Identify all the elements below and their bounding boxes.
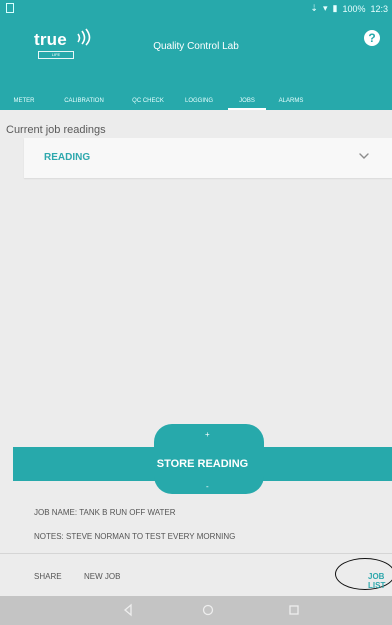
tab-meter[interactable]: METER [10,92,38,110]
reading-label: READING [44,152,91,163]
section-title: Current job readings [6,124,106,136]
signal-icon: ⇣ [310,3,318,13]
app-header: true LIFE Quality Control Lab ? [0,18,392,92]
wifi-icon: ▾ [322,3,328,13]
chevron-down-icon [359,153,369,159]
android-nav-bar [0,596,392,625]
increment-icon[interactable]: + [205,430,210,439]
status-bar: ⇣ ▾ ▮ 100% 12:3 [0,0,392,18]
status-time: 12:3 [370,3,388,14]
battery-text: 100% [342,3,366,14]
divider [0,553,392,554]
status-icons: ⇣ ▾ ▮ 100% 12:3 [310,3,388,14]
back-icon[interactable] [120,602,136,618]
brand-subtext: LIFE [38,51,74,59]
tab-qc-check[interactable]: QC CHECK [126,92,170,110]
help-icon[interactable]: ? [364,30,380,46]
tab-jobs[interactable]: JOBS [228,92,266,110]
tab-bar: METER CALIBRATION QC CHECK LOGGING JOBS … [0,92,392,110]
new-job-button[interactable]: NEW JOB [84,572,120,581]
status-notification-icon [6,3,14,13]
reading-dropdown[interactable]: READING [24,138,392,178]
tab-calibration[interactable]: CALIBRATION [54,92,114,110]
battery-icon: ▮ [332,3,338,13]
job-name: JOB NAME: TANK B RUN OFF WATER [34,508,176,517]
job-notes: NOTES: STEVE NORMAN TO TEST EVERY MORNIN… [34,532,236,541]
store-reading-label[interactable]: STORE READING [13,447,392,481]
share-button[interactable]: SHARE [34,572,62,581]
home-icon[interactable] [200,602,216,618]
decrement-icon[interactable]: - [206,482,209,491]
job-list-button[interactable]: JOB LIST [368,572,392,590]
recent-apps-icon[interactable] [286,602,302,618]
page-title: Quality Control Lab [153,41,239,52]
tab-logging[interactable]: LOGGING [180,92,218,110]
tab-alarms[interactable]: ALARMS [272,92,310,110]
